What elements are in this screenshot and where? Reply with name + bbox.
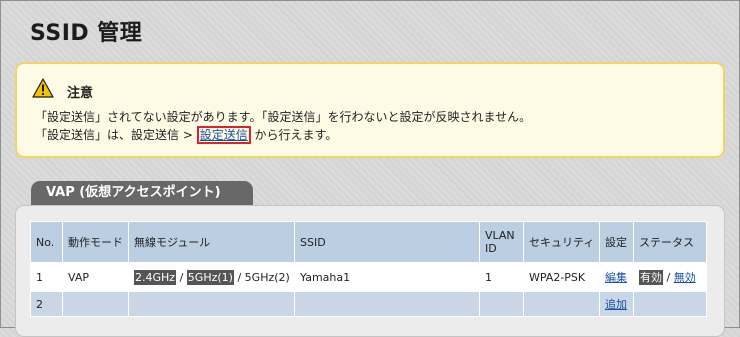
vap-section-tab: VAP (仮想アクセスポイント) (31, 181, 253, 205)
separator: / (237, 270, 242, 284)
cell-ssid (294, 291, 480, 317)
notice-instruction-suffix: から行えます。 (250, 128, 338, 142)
status-enabled[interactable]: 有効 (639, 270, 663, 285)
cell-radio-module (128, 291, 295, 317)
cell-mode: VAP (62, 262, 129, 292)
add-link[interactable]: 追加 (605, 298, 627, 311)
separator: / (179, 270, 184, 284)
notice-instruction-prefix: 「設定送信」は、設定送信 > (35, 128, 197, 142)
notice-box: 注意 「設定送信」されてない設定があります。「設定送信」を行わないと設定が反映さ… (15, 62, 725, 158)
cell-radio-module: 2.4GHz / 5GHz(1) / 5GHz(2) (128, 262, 295, 292)
table-header-row: No. 動作モード 無線モジュール SSID VLAN ID セキュリティ 設定 … (30, 221, 707, 263)
radio-5ghz-2: 5GHz(2) (244, 270, 290, 284)
send-settings-link[interactable]: 設定送信 (196, 126, 251, 144)
cell-settings: 追加 (599, 291, 634, 317)
vap-table: No. 動作モード 無線モジュール SSID VLAN ID セキュリティ 設定 … (30, 221, 707, 317)
edit-link[interactable]: 編集 (605, 271, 627, 284)
cell-ssid: Yamaha1 (294, 262, 480, 292)
cell-settings: 編集 (599, 262, 634, 292)
column-header-mode: 動作モード (62, 221, 129, 263)
page-title: SSID 管理 (30, 21, 143, 46)
table-row: 1 VAP 2.4GHz / 5GHz(1) / 5GHz(2) Yamaha1… (30, 262, 707, 292)
cell-status (633, 291, 707, 317)
radio-5ghz-1: 5GHz(1) (186, 269, 234, 285)
status-disable-link[interactable]: 無効 (674, 271, 696, 284)
column-header-vlan-id: VLAN ID (479, 221, 524, 263)
column-header-no: No. (30, 221, 63, 263)
cell-no: 1 (30, 262, 63, 292)
separator: / (666, 271, 671, 284)
cell-security: WPA2-PSK (523, 262, 600, 292)
cell-no: 2 (30, 291, 63, 317)
vlan-header-bottom: ID (485, 242, 497, 255)
cell-status: 有効 / 無効 (633, 262, 707, 292)
cell-mode (62, 291, 129, 317)
cell-vlan-id (479, 291, 524, 317)
column-header-settings: 設定 (599, 221, 634, 263)
notice-message: 「設定送信」されてない設定があります。「設定送信」を行わないと設定が反映されませ… (35, 110, 532, 124)
column-header-status: ステータス (633, 221, 707, 263)
notice-title: 注意 (67, 86, 94, 101)
cell-vlan-id: 1 (479, 262, 524, 292)
table-row: 2 追加 (30, 291, 707, 317)
column-header-radio-module: 無線モジュール (128, 221, 295, 263)
notice-instruction: 「設定送信」は、設定送信 > 設定送信 から行えます。 (35, 126, 338, 144)
vlan-header-top: VLAN (485, 229, 515, 242)
column-header-ssid: SSID (294, 221, 480, 263)
radio-24ghz: 2.4GHz (134, 269, 177, 285)
warning-triangle-icon (32, 78, 54, 98)
cell-security (523, 291, 600, 317)
column-header-security: セキュリティ (523, 221, 600, 263)
